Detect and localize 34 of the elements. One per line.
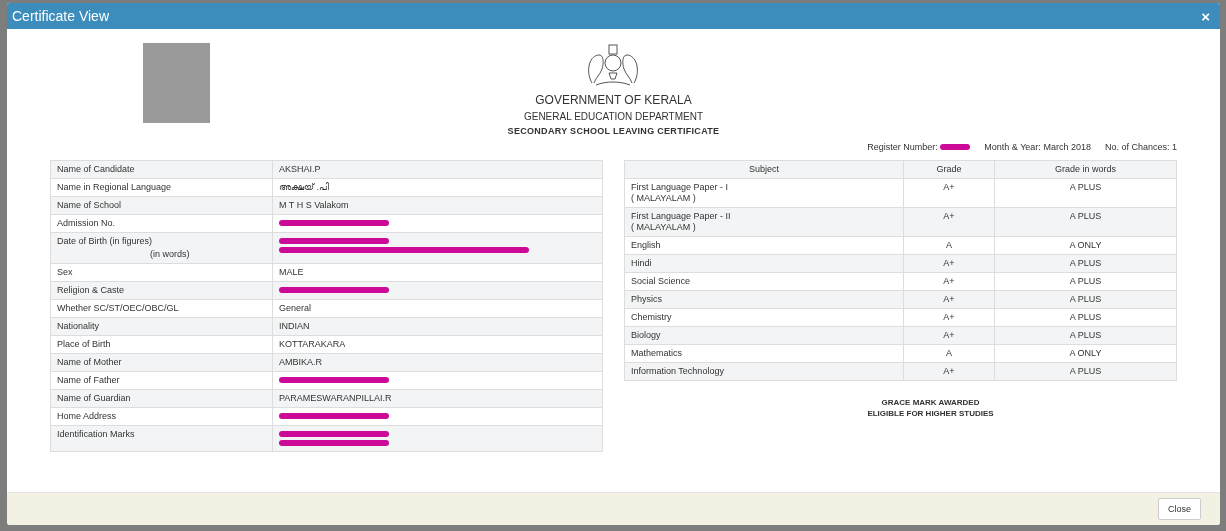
table-cell: A+ (903, 207, 995, 237)
field-value: M T H S Valakom (279, 200, 350, 211)
certificate-heading: SECONDARY SCHOOL LEAVING CERTIFICATE (507, 126, 720, 136)
government-title: GOVERNMENT OF KERALA (535, 93, 692, 107)
close-button[interactable]: Close (1158, 498, 1201, 520)
meta-label: Register Number: (867, 142, 938, 152)
field-value: അക്ഷയ് .പി (279, 182, 330, 193)
meta-label: No. of Chances: (1104, 142, 1170, 152)
meta-value: March 2018 (1043, 142, 1091, 152)
remark-text: ELIGIBLE FOR HIGHER STUDIES (867, 408, 994, 419)
table-cell: A+ (903, 178, 995, 208)
field-value: PARAMESWARANPILLAI.R (279, 393, 393, 404)
department-name: GENERAL EDUCATION DEPARTMENT (523, 111, 704, 122)
field-value: MALE (279, 267, 305, 278)
field-label: Identification Marks (50, 425, 273, 452)
meta-value: 1 (1172, 142, 1177, 152)
window-title: Certificate View (12, 8, 109, 24)
field-value: General (279, 303, 313, 314)
remark-text: GRACE MARK AWARDED (881, 397, 980, 408)
table-cell: A PLUS (994, 207, 1177, 237)
field-value: KOTTARAKARA (279, 339, 347, 350)
field-label: Date of Birth (in figures) (in words) (50, 232, 273, 264)
column-header: Subject (624, 160, 904, 179)
close-button[interactable]: × (1199, 7, 1212, 25)
column-header: Grade (903, 160, 995, 179)
column-header: Grade in words (994, 160, 1177, 179)
field-value: INDIAN (279, 321, 311, 332)
table-cell: A PLUS (994, 178, 1177, 208)
table-cell: First Language Paper - I ( MALAYALAM ) (624, 178, 904, 208)
field-value: AKSHAI.P (279, 164, 322, 175)
field-value: AMBIKA.R (279, 357, 323, 368)
meta-label: Month & Year: (984, 142, 1041, 152)
field-label: Name of Candidate (50, 160, 273, 179)
table-cell: First Language Paper - II ( MALAYALAM ) (624, 207, 904, 237)
